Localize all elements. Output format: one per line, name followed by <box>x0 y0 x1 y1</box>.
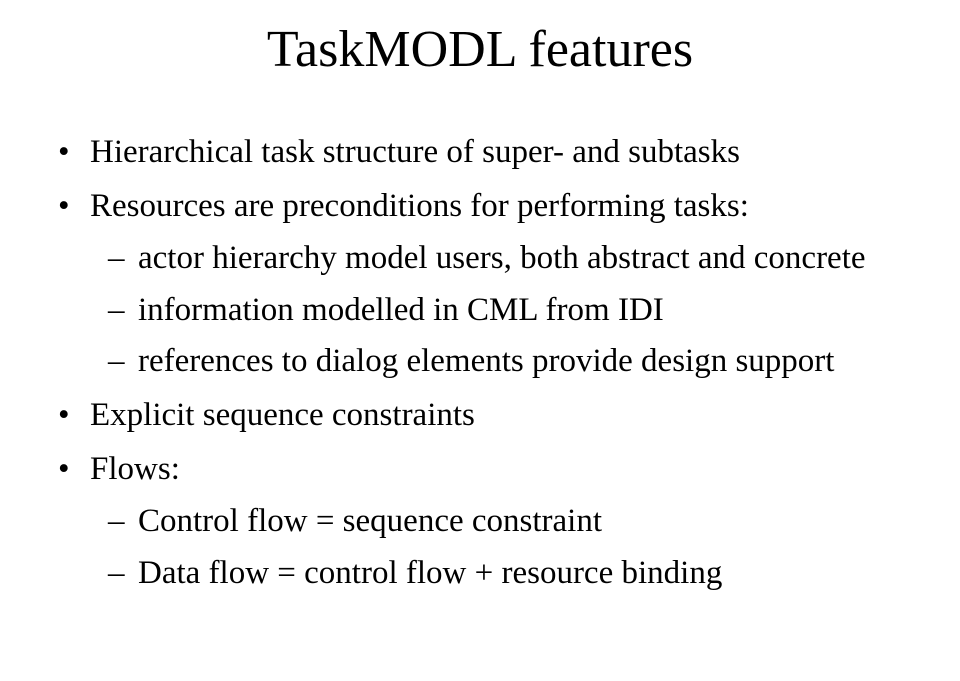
slide-title: TaskMODL features <box>50 20 910 79</box>
bullet-list-level2: actor hierarchy model users, both abstra… <box>90 235 910 387</box>
list-item: Control flow = sequence constraint <box>90 498 910 546</box>
bullet-list-level1: Hierarchical task structure of super- an… <box>50 129 910 598</box>
list-item: Explicit sequence constraints <box>50 392 910 440</box>
bullet-text: information modelled in CML from IDI <box>138 292 664 328</box>
list-item: Resources are preconditions for performi… <box>50 183 910 386</box>
bullet-text: Data flow = control flow + resource bind… <box>138 555 722 591</box>
bullet-text: Control flow = sequence constraint <box>138 503 602 539</box>
bullet-text: Flows: <box>90 451 180 487</box>
slide-content: Hierarchical task structure of super- an… <box>50 129 910 598</box>
list-item: Data flow = control flow + resource bind… <box>90 550 910 598</box>
list-item: information modelled in CML from IDI <box>90 287 910 335</box>
list-item: Hierarchical task structure of super- an… <box>50 129 910 177</box>
bullet-text: Hierarchical task structure of super- an… <box>90 134 740 170</box>
bullet-text: references to dialog elements provide de… <box>138 343 834 379</box>
bullet-list-level2: Control flow = sequence constraint Data … <box>90 498 910 598</box>
list-item: Flows: Control flow = sequence constrain… <box>50 446 910 598</box>
bullet-text: Explicit sequence constraints <box>90 397 475 433</box>
bullet-text: Resources are preconditions for performi… <box>90 188 749 224</box>
list-item: actor hierarchy model users, both abstra… <box>90 235 910 283</box>
list-item: references to dialog elements provide de… <box>90 338 910 386</box>
bullet-text: actor hierarchy model users, both abstra… <box>138 240 866 276</box>
